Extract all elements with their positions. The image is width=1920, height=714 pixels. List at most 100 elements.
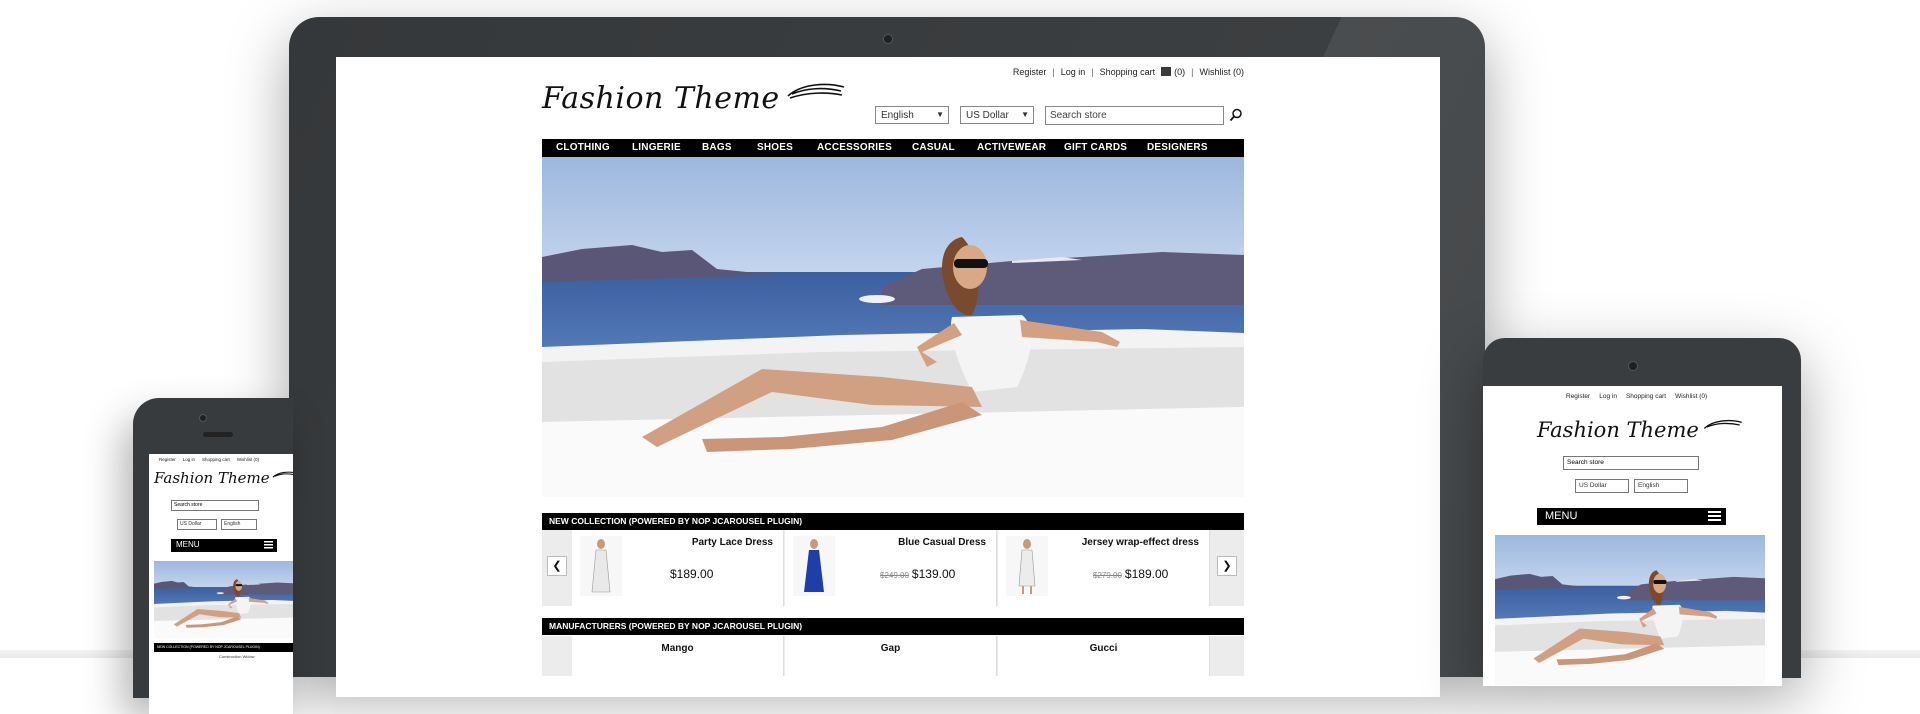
phone-language-select[interactable]: English [221, 519, 257, 530]
phone-currency-select[interactable]: US Dollar [177, 519, 217, 530]
nav-item-accessories[interactable]: ACCESSORIES [817, 142, 892, 153]
swoosh-icon [272, 471, 293, 478]
swoosh-icon [787, 83, 844, 99]
dropdown-arrow-icon: ▼ [1021, 110, 1029, 119]
new-collection-carousel: ❮ Party Lace Dress $189.00 Blue Casual D… [542, 530, 1244, 606]
wishlist-link[interactable]: Wishlist (0) [237, 457, 259, 462]
logo-text: Fashion Theme [154, 469, 270, 487]
product-card[interactable]: Jersey wrap-effect dress $279.00 $189.00 [998, 530, 1210, 606]
nav-item-designers[interactable]: DESIGNERS [1147, 142, 1208, 153]
search-placeholder: Search store [1050, 110, 1107, 121]
register-link[interactable]: Register [1566, 393, 1590, 400]
old-price: $249.00 [880, 571, 909, 580]
nav-item-shoes[interactable]: SHOES [757, 142, 793, 153]
currency-value: US Dollar [966, 110, 1009, 121]
tablet-header-links: Register Log in Shopping cart Wishlist (0) [1566, 393, 1716, 400]
phone-search-input[interactable]: Search store [171, 500, 259, 511]
phone-menu-button[interactable]: MENU [171, 539, 277, 552]
search-icon[interactable] [1229, 108, 1243, 122]
language-value: English [881, 110, 914, 121]
cart-count: (0) [1174, 67, 1186, 77]
phone-device: Register Log in Shopping cart Wishlist (0) … [133, 398, 293, 714]
nav-item-lingerie[interactable]: LINGERIE [632, 142, 681, 153]
phone-logo[interactable]: Fashion Theme [154, 469, 293, 487]
nav-item-casual[interactable]: CASUAL [912, 142, 955, 153]
phone-section-header: NEW COLLECTION (POWERED BY NOP JCAROUSEL… [154, 643, 293, 652]
shopping-cart-link[interactable]: Shopping cart [202, 457, 230, 462]
nav-item-bags[interactable]: BAGS [702, 142, 732, 153]
product-image [580, 536, 622, 596]
wishlist-link[interactable]: Wishlist (0) [1675, 393, 1707, 400]
nav-item-activewear[interactable]: ACTIVEWEAR [977, 142, 1046, 153]
language-value: English [224, 521, 241, 527]
currency-value: US Dollar [1579, 482, 1607, 489]
tablet-currency-select[interactable]: US Dollar [1575, 479, 1629, 493]
hero-banner-image[interactable] [542, 157, 1244, 497]
product-image [793, 536, 835, 596]
language-value: English [1638, 482, 1660, 489]
header-links: Register | Log in | Shopping cart (0) | Wishlis… [1012, 67, 1245, 77]
desktop-monitor: Register | Log in | Shopping cart (0) | Wishlis… [289, 17, 1485, 697]
login-link[interactable]: Log in [1599, 393, 1617, 400]
carousel-prev-button[interactable]: ❮ [547, 556, 567, 576]
currency-value: US Dollar [180, 521, 202, 527]
language-select[interactable]: English ▼ [875, 106, 949, 124]
phone-section-text: Construction Widow [219, 654, 255, 659]
phone-hero-image[interactable] [154, 561, 293, 638]
tablet-logo[interactable]: Fashion Theme [1537, 418, 1743, 442]
product-price: $189.00 [667, 567, 713, 581]
carousel-next-button[interactable]: ❯ [1217, 556, 1237, 576]
tablet-screen: Register Log in Shopping cart Wishlist (0) … [1483, 386, 1782, 686]
main-nav: CLOTHING LINGERIE BAGS SHOES ACCESSORIES… [542, 139, 1244, 157]
phone-camera-icon [199, 414, 207, 422]
old-price: $279.00 [1093, 571, 1122, 580]
hamburger-icon [264, 541, 273, 549]
search-input[interactable]: Search store [1045, 106, 1224, 125]
tablet-hero-image[interactable] [1495, 535, 1765, 685]
product-name[interactable]: Jersey wrap-effect dress [1082, 537, 1199, 548]
tablet-menu-button[interactable]: MENU [1537, 508, 1726, 525]
desktop-screen: Register | Log in | Shopping cart (0) | Wishlis… [336, 57, 1440, 697]
product-price: $249.00 $139.00 [880, 567, 955, 581]
phone-header-links: Register Log in Shopping cart Wishlist (0) [159, 457, 266, 462]
login-link[interactable]: Log in [183, 457, 195, 462]
register-link[interactable]: Register [1013, 67, 1047, 77]
wishlist-link[interactable]: Wishlist (0) [1200, 67, 1245, 77]
register-link[interactable]: Register [159, 457, 176, 462]
phone-speaker [203, 432, 233, 437]
search-placeholder: Search store [174, 502, 203, 508]
logo-text: Fashion Theme [1537, 418, 1699, 442]
manufacturer-item[interactable]: Gucci [998, 636, 1210, 676]
logo-text: Fashion Theme [542, 81, 780, 116]
product-card[interactable]: Blue Casual Dress $249.00 $139.00 [785, 530, 997, 606]
dress-shape [591, 549, 611, 593]
current-price: $189.00 [1124, 567, 1169, 581]
currency-select[interactable]: US Dollar ▼ [960, 106, 1034, 124]
phone-screen: Register Log in Shopping cart Wishlist (0) … [149, 454, 293, 714]
manufacturers-header: MANUFACTURERS (POWERED BY NOP JCAROUSEL … [542, 618, 1244, 635]
product-price: $279.00 $189.00 [1093, 567, 1168, 581]
store-logo[interactable]: Fashion Theme [542, 81, 846, 116]
nav-item-gift-cards[interactable]: GIFT CARDS [1064, 142, 1127, 153]
dropdown-arrow-icon: ▼ [936, 110, 944, 119]
tablet-search-input[interactable]: Search store [1563, 456, 1699, 470]
shopping-cart-link[interactable]: Shopping cart [1626, 393, 1666, 400]
tablet-camera-icon [1628, 361, 1638, 371]
tablet-language-select[interactable]: English [1634, 479, 1688, 493]
manufacturer-item[interactable]: Gap [785, 636, 997, 676]
menu-label: MENU [176, 540, 200, 549]
new-collection-header: NEW COLLECTION (POWERED BY NOP JCAROUSEL… [542, 513, 1244, 530]
current-price: $139.00 [911, 567, 956, 581]
product-image [1006, 536, 1048, 596]
manufacturer-item[interactable]: Mango [572, 636, 784, 676]
product-name[interactable]: Party Lace Dress [692, 537, 773, 548]
current-price: $189.00 [670, 567, 714, 581]
product-name[interactable]: Blue Casual Dress [898, 537, 986, 548]
swoosh-icon [1703, 419, 1742, 429]
shopping-cart-link[interactable]: Shopping cart [1100, 67, 1156, 77]
webcam-icon [883, 34, 893, 44]
login-link[interactable]: Log in [1061, 67, 1086, 77]
cart-icon [1161, 67, 1172, 76]
product-card[interactable]: Party Lace Dress $189.00 [572, 530, 784, 606]
nav-item-clothing[interactable]: CLOTHING [556, 142, 610, 153]
